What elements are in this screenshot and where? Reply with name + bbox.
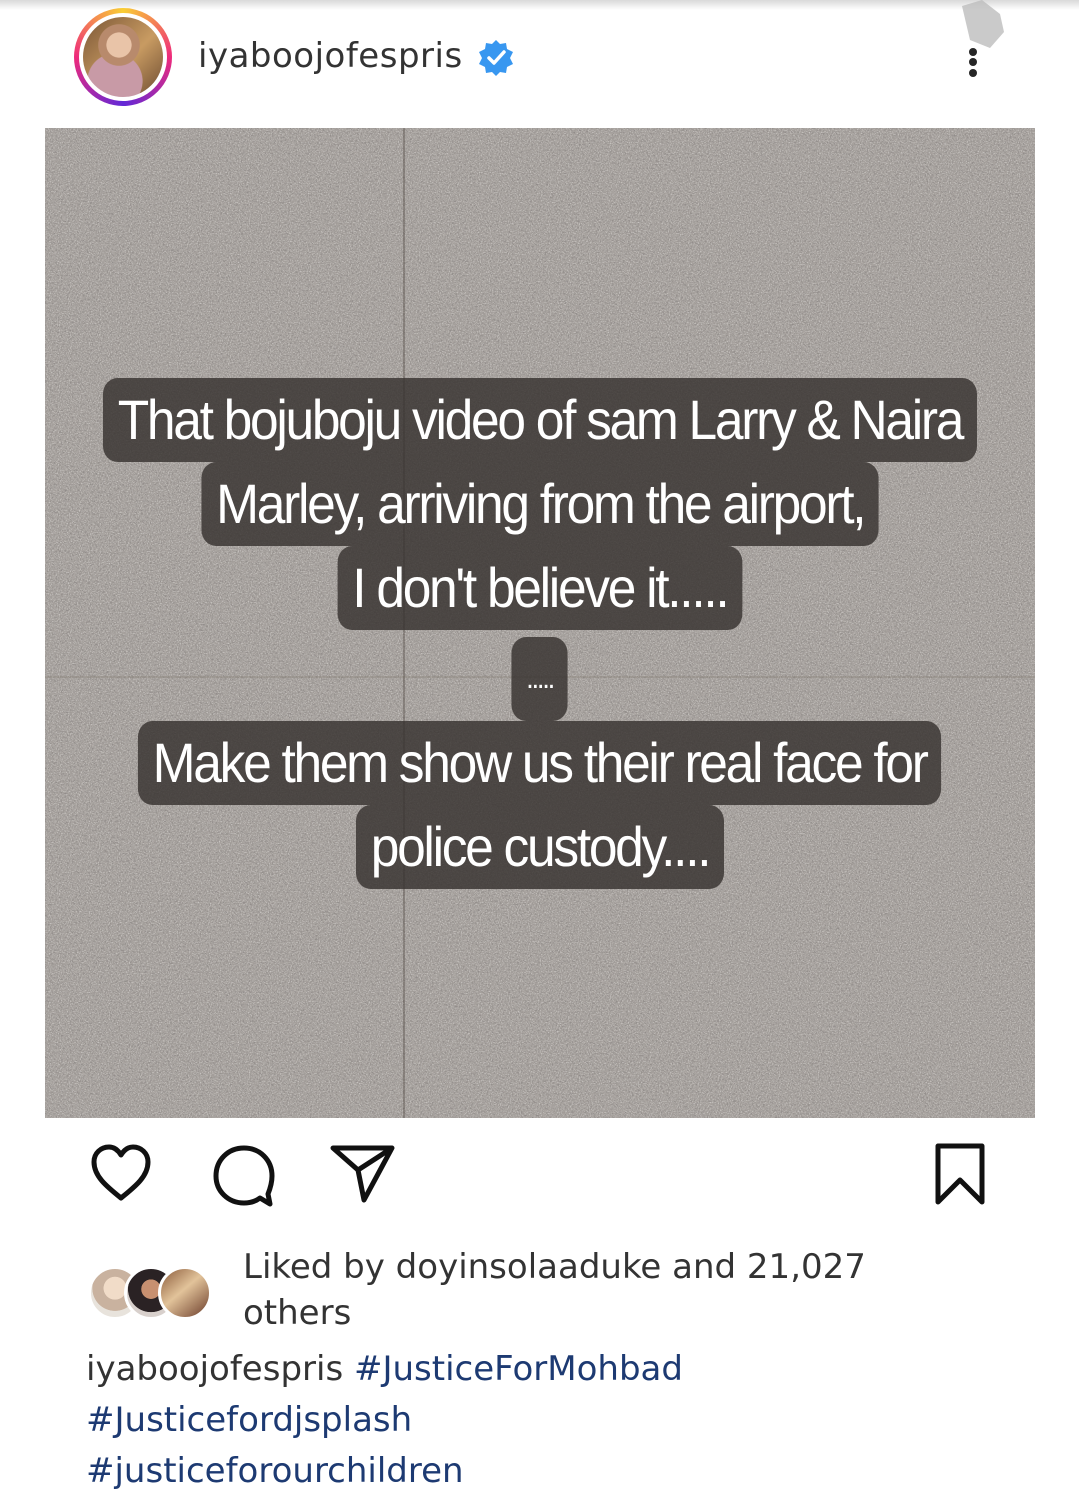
post-header: iyaboojofespris: [0, 0, 1079, 120]
hashtag-link[interactable]: #JusticeForMohbad: [354, 1349, 683, 1389]
liker-avatar[interactable]: [158, 1266, 212, 1320]
heart-icon[interactable]: [88, 1140, 154, 1206]
story-line: That bojuboju video of sam Larry & Naira: [103, 378, 977, 462]
story-line: I don't believe it.....: [337, 546, 743, 630]
post-caption: iyaboojofespris #JusticeForMohbad #Justi…: [86, 1344, 986, 1497]
post-username[interactable]: iyaboojofespris: [198, 36, 463, 76]
story-text-overlay: That bojuboju video of sam Larry & Naira…: [45, 378, 1035, 889]
story-line: .....: [511, 637, 569, 721]
likes-count-text[interactable]: Liked by doyinsolaaduke and 21,027 other…: [243, 1244, 923, 1336]
post-image[interactable]: That bojuboju video of sam Larry & Naira…: [45, 128, 1035, 1118]
story-line: police custody....: [356, 805, 724, 889]
hashtag-link[interactable]: #Justicefordjsplash: [86, 1400, 412, 1440]
caption-username[interactable]: iyaboojofespris: [86, 1349, 343, 1389]
post-actions: [0, 1140, 1079, 1220]
more-options-icon[interactable]: [960, 0, 1010, 90]
comment-icon[interactable]: [210, 1140, 278, 1208]
story-line: Marley, arriving from the airport,: [201, 462, 879, 546]
profile-photo: [83, 17, 163, 97]
share-icon[interactable]: [328, 1140, 398, 1206]
bookmark-icon[interactable]: [930, 1140, 990, 1208]
hashtag-link[interactable]: #justiceforourchildren: [86, 1451, 464, 1491]
verified-badge-icon: [479, 40, 513, 76]
avatar[interactable]: [74, 8, 172, 106]
story-line: Make them show us their real face for: [138, 721, 942, 805]
